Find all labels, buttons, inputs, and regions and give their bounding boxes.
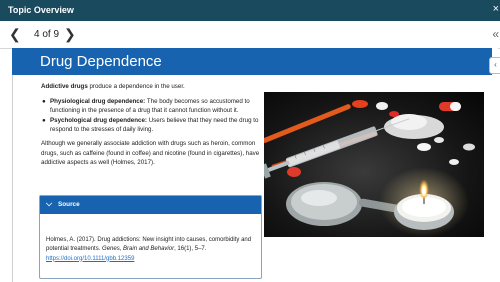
topic-banner: Drug Dependence bbox=[12, 48, 492, 75]
bullet-term: Physiological drug dependence: bbox=[50, 97, 146, 105]
topic-overview-titlebar: Topic Overview × bbox=[0, 0, 500, 21]
body-paragraph: Although we generally associate addictio… bbox=[41, 139, 260, 167]
previous-page-button[interactable]: ❮ bbox=[9, 26, 21, 43]
intro-text: produce a dependence in the user. bbox=[87, 83, 185, 90]
doi-link[interactable]: https://doi.org/10.1111/gbb.12359 bbox=[46, 256, 134, 262]
intro-term: Addictive drugs bbox=[41, 83, 88, 90]
bullet-term: Psychological drug dependence: bbox=[50, 116, 147, 124]
list-item: ● Physiological drug dependence: The body… bbox=[41, 97, 263, 116]
close-icon[interactable]: × bbox=[493, 3, 499, 15]
dependence-list: ● Physiological drug dependence: The body… bbox=[41, 97, 263, 135]
drugs-illustration bbox=[264, 92, 484, 237]
chevron-down-icon: ⌵ bbox=[46, 199, 53, 208]
side-panel-tab-icon[interactable]: ‹ bbox=[489, 57, 500, 74]
topic-text: Addictive drugs produce a dependence in … bbox=[41, 82, 263, 168]
collapse-icon[interactable]: « bbox=[492, 27, 499, 41]
bullet-icon: ● bbox=[42, 116, 46, 124]
drugs-photo bbox=[264, 92, 484, 237]
source-toggle[interactable]: ⌵ Source bbox=[40, 196, 261, 214]
list-item: ● Psychological drug dependence: Users be… bbox=[41, 116, 263, 135]
citation-volume: , 16 bbox=[174, 246, 185, 253]
citation: Holmes, A. (2017). Drug addictions: New … bbox=[46, 236, 258, 264]
bullet-icon: ● bbox=[42, 97, 46, 105]
source-accordion: ⌵ Source Holmes, A. (2017). Drug addicti… bbox=[39, 195, 262, 279]
source-label: Source bbox=[58, 201, 80, 208]
pagination-bar: ❮ 4 of 9 ❯ « bbox=[0, 21, 500, 49]
page-title: Drug Dependence bbox=[40, 53, 162, 70]
page-counter: 4 of 9 bbox=[34, 29, 60, 40]
next-page-button[interactable]: ❯ bbox=[64, 26, 76, 43]
citation-pages: (1), 5–7. bbox=[184, 246, 207, 253]
window-title: Topic Overview bbox=[8, 5, 74, 15]
intro-paragraph: Addictive drugs produce a dependence in … bbox=[41, 82, 263, 92]
journal-name: Genes, Brain and Behavior bbox=[102, 246, 175, 253]
